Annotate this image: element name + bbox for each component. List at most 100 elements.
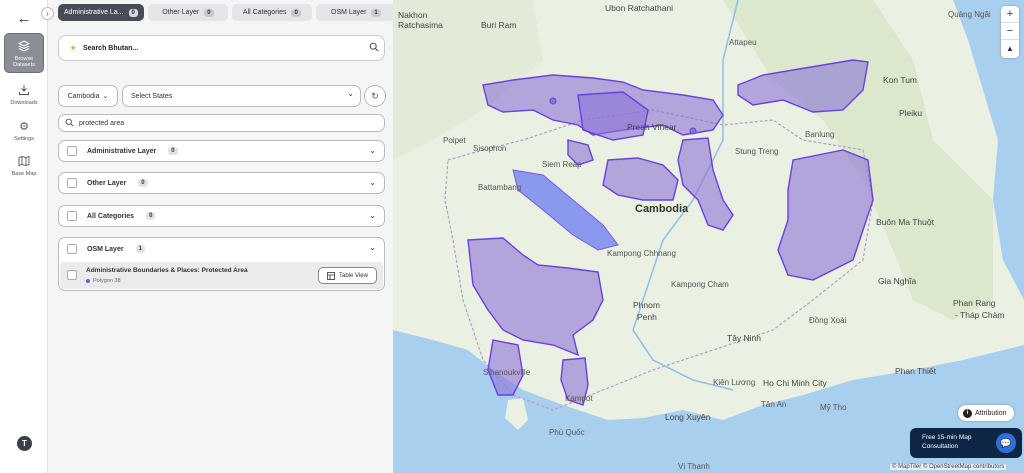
app-root: ← Browse Datasets Downloads ⚙ Settings B… xyxy=(0,0,1024,473)
chevron-right-icon[interactable]: › xyxy=(41,7,54,20)
accordion-count: 0 xyxy=(146,212,156,220)
sparkle-icon: ✦ xyxy=(69,42,77,53)
tab-other-layer[interactable]: Other Layer 0 xyxy=(147,4,228,21)
map-label: - Tháp Chàm xyxy=(955,310,1005,320)
lake-shape xyxy=(512,169,619,251)
checkbox[interactable] xyxy=(67,178,77,188)
arrow-left-icon[interactable]: ← xyxy=(14,10,34,27)
rail-item-label: Settings xyxy=(14,136,34,142)
attribution-button[interactable]: i Attribution xyxy=(958,405,1014,421)
checkbox[interactable] xyxy=(67,270,77,280)
map-label: Gia Nghĩa xyxy=(878,276,917,286)
accordion-label: All Categories xyxy=(87,212,135,220)
map-label: Stung Treng xyxy=(735,147,779,156)
rail-browse-datasets[interactable]: Browse Datasets xyxy=(4,33,44,73)
chevron-down-icon: ⌄ xyxy=(347,89,354,98)
map-label: Sihanoukville xyxy=(483,368,531,377)
map-label: Battambang xyxy=(478,183,522,192)
layer-filter-input[interactable]: protected area xyxy=(58,114,385,132)
gear-icon: ⚙ xyxy=(19,121,29,133)
map-label: Phan Rang xyxy=(953,298,996,308)
map-label: Preah Vihear xyxy=(627,122,677,132)
tab-count-badge: 1 xyxy=(371,8,381,17)
consultation-button[interactable]: Free 15-min Map Consultation 💬 xyxy=(910,428,1022,458)
map-label: Kiên Lương xyxy=(713,378,756,387)
avatar[interactable]: T xyxy=(17,436,32,451)
tab-count-badge: 0 xyxy=(204,8,214,17)
attribution-label: Attribution xyxy=(975,409,1007,417)
protected-area-mondulkiri xyxy=(777,149,874,281)
rail-downloads[interactable]: Downloads xyxy=(4,84,44,106)
chevron-down-icon: ⌄ xyxy=(369,146,376,155)
filter-value: protected area xyxy=(79,119,125,127)
compass-button[interactable]: ▲ xyxy=(1001,40,1019,57)
accordion-label: OSM Layer xyxy=(87,245,124,253)
tab-osm-layer[interactable]: OSM Layer 1 xyxy=(315,4,396,21)
tab-label: Other Layer xyxy=(162,9,200,16)
map-icon xyxy=(17,155,31,169)
checkbox[interactable] xyxy=(67,146,77,156)
checkbox[interactable] xyxy=(67,211,77,221)
accordion-count: 0 xyxy=(168,147,178,155)
protected-area-cardamom xyxy=(467,237,604,357)
protected-area-northeast xyxy=(737,59,869,113)
layers-icon xyxy=(17,40,31,54)
map-label: Banlung xyxy=(805,130,835,139)
states-select[interactable]: Select States ⌄ xyxy=(122,85,361,107)
map-label: Tây Ninh xyxy=(727,333,762,343)
rail-item-label: Downloads xyxy=(10,100,38,106)
rail-item-label: Base Map xyxy=(11,171,37,177)
map-label: Penh xyxy=(637,312,657,322)
map-label: Vị Thanh xyxy=(678,462,710,471)
table-icon xyxy=(327,271,335,280)
accordion-all-categories[interactable]: All Categories 0 ⌄ xyxy=(58,205,385,227)
layer-geometry: Polygon 38 xyxy=(93,278,121,284)
chevron-down-icon: ⌄ xyxy=(102,93,109,100)
table-view-button[interactable]: Table View xyxy=(318,267,377,284)
map-label: Ubon Ratchathani xyxy=(605,3,674,13)
map-label: Nakhon xyxy=(398,10,428,20)
accordion-osm-header[interactable]: OSM Layer 1 ⌄ xyxy=(59,238,384,260)
zoom-in-button[interactable]: + xyxy=(1001,6,1019,23)
map-label: Poipet xyxy=(443,136,466,145)
search-icon[interactable] xyxy=(364,42,384,54)
accordion-count: 0 xyxy=(138,179,148,187)
map-label: Ratchasima xyxy=(398,20,443,30)
country-select[interactable]: Cambodia ⌄ xyxy=(58,85,118,107)
map-label: Phan Thiết xyxy=(895,366,936,376)
tab-count-badge: 0 xyxy=(128,8,138,17)
rail-settings[interactable]: ⚙ Settings xyxy=(4,120,44,142)
accordion-osm-layer: OSM Layer 1 ⌄ Administrative Boundaries … xyxy=(58,237,385,291)
map-label: Kampong Cham xyxy=(671,280,729,289)
map-label: Kon Tum xyxy=(883,75,918,85)
rail-base-map[interactable]: Base Map xyxy=(4,155,44,177)
search-input[interactable]: ✦ Search Bhutan... xyxy=(58,35,385,61)
refresh-icon[interactable]: ↻ xyxy=(364,85,386,107)
map-basemap xyxy=(393,0,1024,473)
zoom-out-button[interactable]: − xyxy=(1001,23,1019,40)
table-view-label: Table View xyxy=(339,272,368,279)
map-label: Pleiku xyxy=(899,108,923,118)
tab-label: All Categories xyxy=(242,9,287,16)
layer-tabs: Administrative La... 0 Other Layer 0 All… xyxy=(58,4,396,22)
map-label: Ho Chi Minh City xyxy=(763,378,827,388)
tab-label: OSM Layer xyxy=(331,9,367,16)
accordion-label: Other Layer xyxy=(87,179,127,187)
country-value: Cambodia xyxy=(67,92,100,100)
protected-area-stung-treng xyxy=(677,137,734,231)
accordion-label: Administrative Layer xyxy=(87,147,157,155)
map-label: Phú Quốc xyxy=(549,428,585,437)
list-item[interactable]: Administrative Boundaries & Places: Prot… xyxy=(60,262,383,289)
tab-all-categories[interactable]: All Categories 0 xyxy=(231,4,312,21)
protected-area-point xyxy=(549,97,557,105)
chevron-down-icon: ⌄ xyxy=(369,243,376,252)
chevron-down-icon: ⌄ xyxy=(369,178,376,187)
checkbox[interactable] xyxy=(67,244,77,254)
download-icon xyxy=(17,84,31,98)
accordion-other-layer[interactable]: Other Layer 0 ⌄ xyxy=(58,172,385,194)
tab-count-badge: 0 xyxy=(291,8,301,17)
tab-administrative-layer[interactable]: Administrative La... 0 xyxy=(58,4,144,21)
map-canvas[interactable]: Nakhon Ratchasima Buri Ram Ubon Ratchath… xyxy=(393,0,1024,473)
map-country-label: Cambodia xyxy=(635,203,689,215)
accordion-administrative-layer[interactable]: Administrative Layer 0 ⌄ xyxy=(58,140,385,162)
